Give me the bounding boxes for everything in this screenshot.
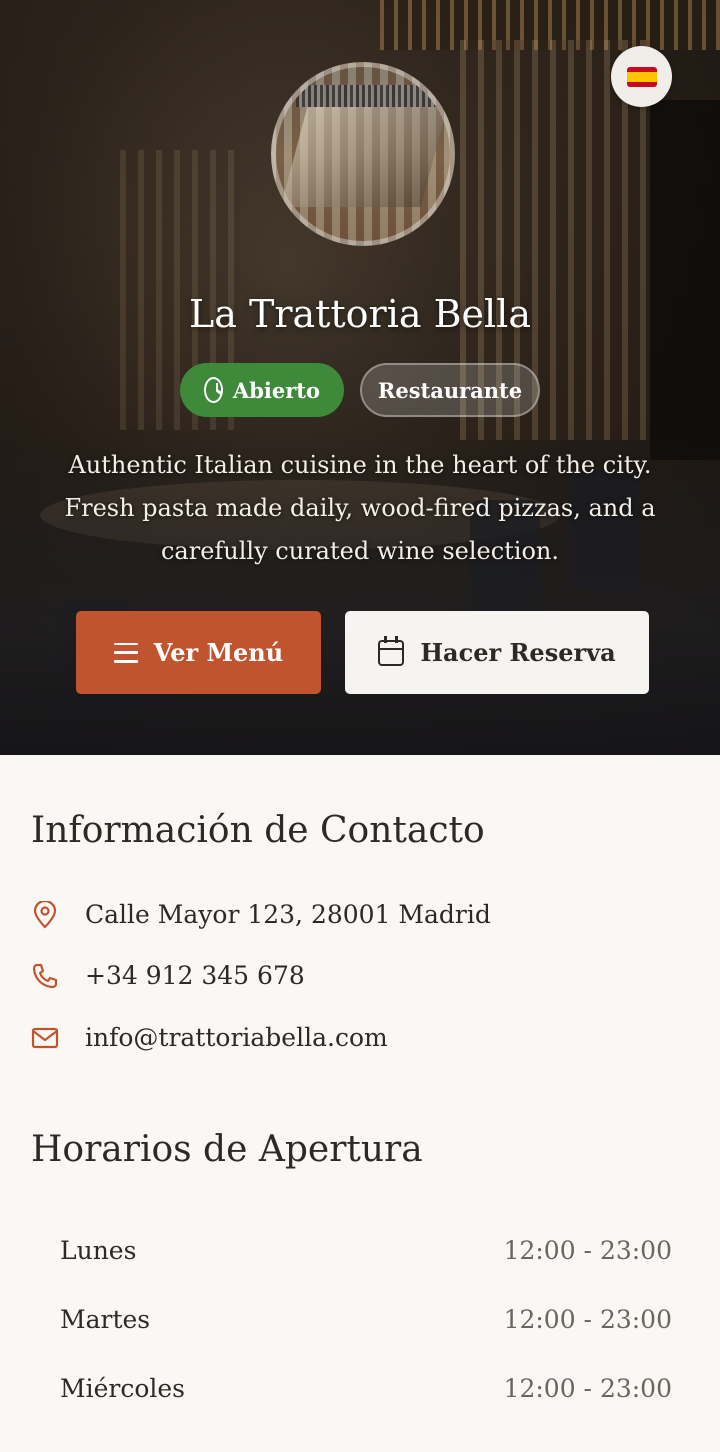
category-badge: Restaurante xyxy=(360,363,540,417)
hours-day: Miércoles xyxy=(60,1374,186,1403)
hours-day: Lunes xyxy=(60,1236,137,1265)
spain-flag-icon xyxy=(626,66,657,87)
contact-phone-text: +34 912 345 678 xyxy=(85,961,305,990)
restaurant-logo xyxy=(271,62,455,246)
contact-address-text: Calle Mayor 123, 28001 Madrid xyxy=(85,900,491,929)
location-pin-icon xyxy=(31,900,59,929)
hours-row: Martes 12:00 - 23:00 xyxy=(60,1305,672,1334)
menu-icon xyxy=(113,642,138,663)
view-menu-label: Ver Menú xyxy=(153,638,284,667)
category-badge-label: Restaurante xyxy=(377,377,523,403)
status-badge: Abierto xyxy=(180,363,344,417)
language-button[interactable] xyxy=(611,46,672,107)
hours-time: 12:00 - 23:00 xyxy=(503,1305,672,1334)
restaurant-name: La Trattoria Bella xyxy=(189,292,531,336)
phone-icon xyxy=(31,962,59,990)
calendar-icon xyxy=(378,635,405,666)
hours-time: 12:00 - 23:00 xyxy=(503,1374,672,1403)
restaurant-description: Authentic Italian cuisine in the heart o… xyxy=(64,451,656,565)
hero-section: La Trattoria Bella Abierto Restaurante A… xyxy=(0,0,720,755)
badges: Abierto Restaurante xyxy=(0,363,720,417)
hours-time: 12:00 - 23:00 xyxy=(503,1236,672,1265)
status-badge-label: Abierto xyxy=(232,377,320,403)
contact-section-title: Información de Contacto xyxy=(31,810,485,851)
make-reservation-label: Hacer Reserva xyxy=(420,638,616,667)
hours-section-title: Horarios de Apertura xyxy=(31,1129,423,1170)
hours-row: Lunes 12:00 - 23:00 xyxy=(60,1236,672,1265)
contact-address[interactable]: Calle Mayor 123, 28001 Madrid xyxy=(31,900,491,929)
contact-email[interactable]: info@trattoriabella.com xyxy=(31,1023,388,1052)
clock-icon xyxy=(204,377,223,403)
mail-icon xyxy=(31,1024,59,1052)
contact-phone[interactable]: +34 912 345 678 xyxy=(31,961,305,990)
hours-day: Martes xyxy=(60,1305,151,1334)
make-reservation-button[interactable]: Hacer Reserva xyxy=(345,611,649,694)
contact-email-text: info@trattoriabella.com xyxy=(85,1023,388,1052)
hours-row: Miércoles 12:00 - 23:00 xyxy=(60,1374,672,1403)
view-menu-button[interactable]: Ver Menú xyxy=(76,611,321,694)
